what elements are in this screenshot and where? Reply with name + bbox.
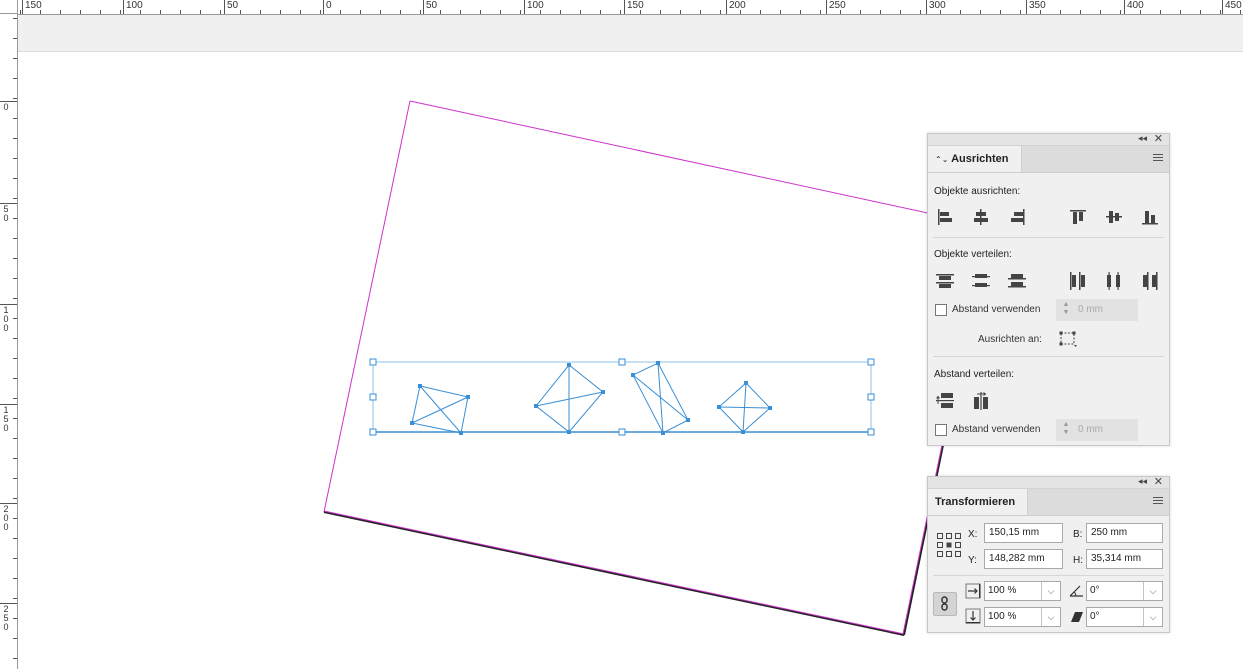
- spacing-spinner[interactable]: ▲ ▼ 0 mm: [1056, 299, 1138, 321]
- selected-shape-1[interactable]: [410, 384, 470, 435]
- y-position-field[interactable]: 148,282 mm: [984, 549, 1063, 569]
- use-spacing-checkbox[interactable]: [935, 304, 947, 316]
- scale-x-icon: [964, 581, 984, 601]
- distribute-right-edges-icon[interactable]: [1139, 270, 1161, 292]
- align-bottom-edges-icon[interactable]: [1139, 206, 1161, 228]
- panel-menu-icon[interactable]: [1153, 154, 1163, 162]
- width-label: B:: [1073, 529, 1083, 540]
- distribute-left-edges-icon[interactable]: [1067, 270, 1089, 292]
- use-spacing-label: Abstand verwenden: [952, 304, 1041, 315]
- transform-panel-titlebar[interactable]: ◂◂ ✕: [928, 475, 1169, 489]
- scale-y-icon: [964, 607, 984, 627]
- rotation-combo[interactable]: 0° ⌵: [1086, 581, 1163, 601]
- width-field[interactable]: 250 mm: [1086, 523, 1163, 543]
- distribute-bottom-edges-icon[interactable]: [1006, 270, 1028, 292]
- distribute-vertical-space-icon[interactable]: [934, 390, 956, 412]
- distribute-horizontal-space-icon[interactable]: [970, 390, 992, 412]
- close-panel-icon[interactable]: ✕: [1154, 132, 1163, 145]
- height-field[interactable]: 35,314 mm: [1086, 549, 1163, 569]
- spacing-spinner-2[interactable]: ▲ ▼ 0 mm: [1056, 419, 1138, 441]
- selection-bounding-box[interactable]: [369, 358, 875, 436]
- x-label: X:: [968, 529, 978, 540]
- separator: [933, 237, 1164, 238]
- height-label: H:: [1073, 555, 1083, 566]
- selected-shape-4[interactable]: [717, 381, 772, 434]
- rotated-page-frame[interactable]: [323, 100, 961, 636]
- align-horizontal-centers-icon[interactable]: [970, 206, 992, 228]
- chevron-down-icon[interactable]: ⌵: [1143, 608, 1162, 626]
- selected-shape-2[interactable]: [534, 363, 605, 434]
- chevron-down-icon[interactable]: ⌵: [1041, 608, 1060, 626]
- align-panel-titlebar[interactable]: ◂◂ ✕: [928, 132, 1169, 146]
- selected-shape-3[interactable]: [631, 361, 690, 435]
- use-spacing-checkbox-2[interactable]: [935, 424, 947, 436]
- align-panel: ◂◂ ✕ ⌃⌄ Ausrichten Objekte ausrichten: O…: [927, 133, 1170, 446]
- reference-point-icon[interactable]: [936, 532, 964, 560]
- spinner-arrows-icon[interactable]: ▲ ▼: [1060, 301, 1072, 317]
- transform-panel: ◂◂ ✕ Transformieren X: 150,15 mm Y: 148,…: [927, 476, 1170, 633]
- tab-ausrichten[interactable]: ⌃⌄ Ausrichten: [928, 146, 1022, 172]
- scale-y-combo[interactable]: 100 % ⌵: [984, 607, 1061, 627]
- constrain-proportions-icon[interactable]: [933, 592, 957, 616]
- align-to-selection-icon[interactable]: [1058, 329, 1080, 351]
- align-top-edges-icon[interactable]: [1067, 206, 1089, 228]
- align-right-edges-icon[interactable]: [1006, 206, 1028, 228]
- separator: [933, 356, 1164, 357]
- collapse-panel-icon[interactable]: ◂◂: [1138, 133, 1147, 144]
- distribute-vertical-centers-icon[interactable]: [970, 270, 992, 292]
- close-panel-icon[interactable]: ✕: [1154, 475, 1163, 488]
- separator: [933, 575, 1164, 576]
- distribute-spacing-heading: Abstand verteilen:: [934, 369, 1015, 380]
- align-left-edges-icon[interactable]: [934, 206, 956, 228]
- spinner-arrows-icon[interactable]: ▲ ▼: [1060, 421, 1072, 437]
- align-objects-heading: Objekte ausrichten:: [934, 186, 1021, 197]
- align-to-label: Ausrichten an:: [978, 334, 1042, 345]
- panel-menu-icon[interactable]: [1153, 497, 1163, 505]
- shear-angle-icon: [1068, 607, 1086, 627]
- tab-transformieren[interactable]: Transformieren: [928, 489, 1029, 515]
- y-label: Y:: [968, 555, 977, 566]
- collapse-panel-icon[interactable]: ◂◂: [1138, 476, 1147, 487]
- chevron-down-icon[interactable]: ⌵: [1041, 582, 1060, 600]
- x-position-field[interactable]: 150,15 mm: [984, 523, 1063, 543]
- distribute-objects-heading: Objekte verteilen:: [934, 249, 1012, 260]
- tab-expand-icon[interactable]: ⌃⌄: [935, 155, 948, 164]
- align-vertical-centers-icon[interactable]: [1103, 206, 1125, 228]
- rotation-angle-icon: [1068, 581, 1086, 601]
- shear-combo[interactable]: 0° ⌵: [1086, 607, 1163, 627]
- scale-x-combo[interactable]: 100 % ⌵: [984, 581, 1061, 601]
- distribute-horizontal-centers-icon[interactable]: [1103, 270, 1125, 292]
- chevron-down-icon[interactable]: ⌵: [1143, 582, 1162, 600]
- distribute-top-edges-icon[interactable]: [934, 270, 956, 292]
- use-spacing-label-2: Abstand verwenden: [952, 424, 1041, 435]
